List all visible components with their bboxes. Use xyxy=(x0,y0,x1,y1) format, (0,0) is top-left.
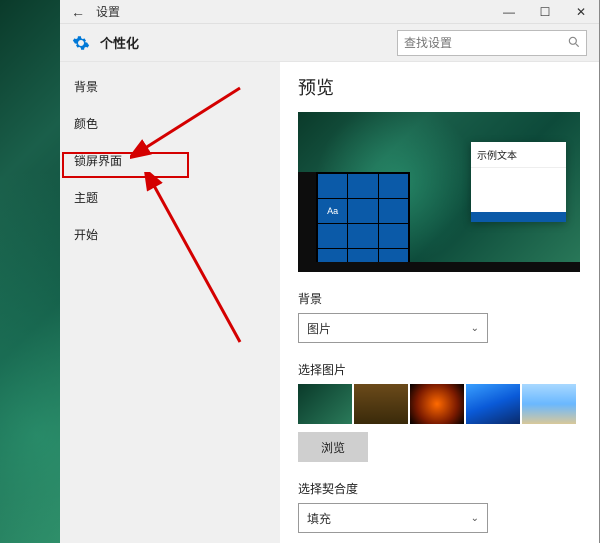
desktop-preview: Aa 示例文本 xyxy=(298,112,580,272)
choose-picture-label: 选择图片 xyxy=(298,361,581,378)
chevron-down-icon: ⌄ xyxy=(471,513,479,524)
picture-thumb-2[interactable] xyxy=(354,384,408,424)
fit-dropdown[interactable]: 填充 ⌄ xyxy=(298,503,488,533)
picture-thumbnails xyxy=(298,384,581,424)
fit-label: 选择契合度 xyxy=(298,480,581,497)
maximize-button[interactable]: ☐ xyxy=(527,0,563,24)
browse-button[interactable]: 浏览 xyxy=(298,432,368,462)
window-titlebar: ← 设置 — ☐ ✕ xyxy=(60,0,599,24)
background-value: 图片 xyxy=(307,320,331,337)
preview-taskbar xyxy=(298,262,580,272)
settings-window: ← 设置 — ☐ ✕ 个性化 背景 颜色 锁屏界面 主题 开始 预览 xyxy=(60,0,600,543)
back-button[interactable]: ← xyxy=(70,4,86,20)
picture-thumb-4[interactable] xyxy=(466,384,520,424)
preview-aa-tile: Aa xyxy=(318,199,347,223)
preview-heading: 预览 xyxy=(298,74,581,100)
app-header: 个性化 xyxy=(60,24,599,62)
close-button[interactable]: ✕ xyxy=(563,0,599,24)
search-icon xyxy=(567,35,581,49)
sidebar-item-themes[interactable]: 主题 xyxy=(60,179,280,216)
fit-value: 填充 xyxy=(307,510,331,527)
minimize-button[interactable]: — xyxy=(491,0,527,24)
content-area: 预览 Aa 示例文本 背景 xyxy=(280,62,599,543)
preview-start-menu: Aa xyxy=(298,172,410,272)
picture-thumb-5[interactable] xyxy=(522,384,576,424)
chevron-down-icon: ⌄ xyxy=(471,323,479,334)
preview-sample-text: 示例文本 xyxy=(471,142,566,168)
sidebar-nav: 背景 颜色 锁屏界面 主题 开始 xyxy=(60,62,280,543)
sidebar-item-lockscreen[interactable]: 锁屏界面 xyxy=(60,142,280,179)
search-input[interactable] xyxy=(397,30,587,56)
background-dropdown[interactable]: 图片 ⌄ xyxy=(298,313,488,343)
picture-thumb-1[interactable] xyxy=(298,384,352,424)
page-title: 个性化 xyxy=(100,33,139,52)
picture-thumb-3[interactable] xyxy=(410,384,464,424)
window-title: 设置 xyxy=(96,3,120,20)
sidebar-item-start[interactable]: 开始 xyxy=(60,216,280,253)
desktop-wallpaper-strip xyxy=(0,0,60,543)
sidebar-item-background[interactable]: 背景 xyxy=(60,68,280,105)
sidebar-item-colors[interactable]: 颜色 xyxy=(60,105,280,142)
preview-sample-window: 示例文本 xyxy=(471,142,566,222)
gear-icon xyxy=(72,34,90,52)
background-label: 背景 xyxy=(298,290,581,307)
